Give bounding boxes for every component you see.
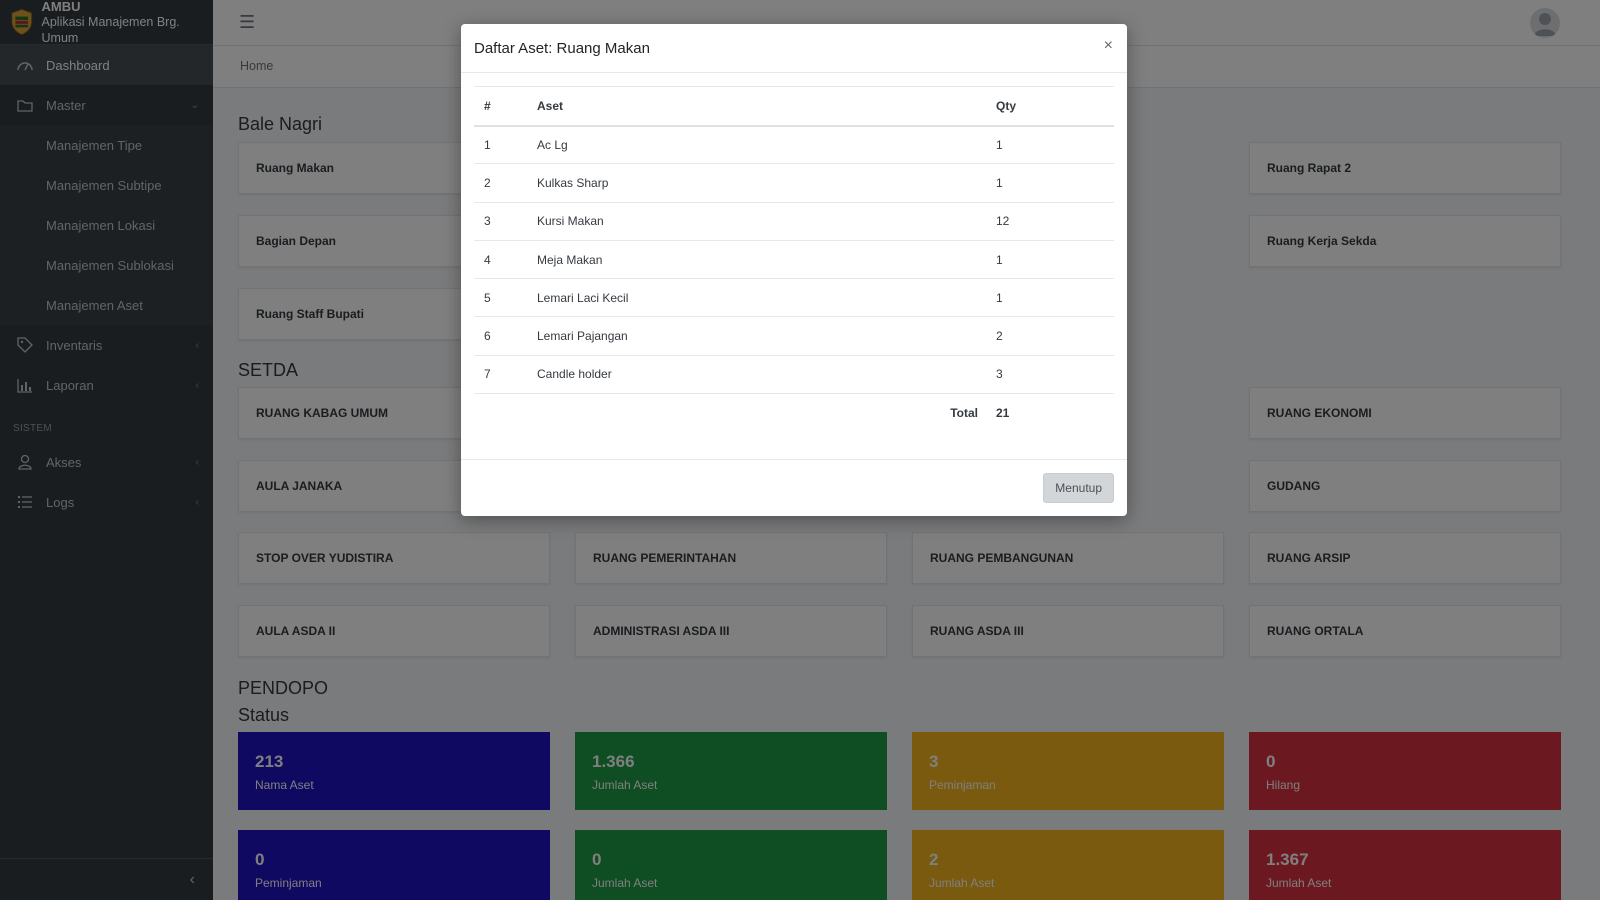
table-total-row: Total 21	[474, 394, 1114, 432]
total-label: Total	[950, 405, 978, 420]
row-qty: 2	[996, 316, 1114, 356]
row-aset: Candle holder	[537, 355, 996, 395]
row-aset: Ac Lg	[537, 125, 996, 165]
table-row: 1 Ac Lg 1	[474, 125, 1114, 165]
row-qty: 1	[996, 163, 1114, 203]
row-number: 6	[474, 316, 537, 356]
modal-body: # Aset Qty 1 Ac Lg 1 2 Kulkas Sharp 1 3 Kursi…	[461, 73, 1127, 432]
row-number: 2	[474, 163, 537, 203]
close-button[interactable]: Menutup	[1043, 473, 1114, 503]
table-header-row: # Aset Qty	[474, 86, 1114, 127]
row-aset: Meja Makan	[537, 240, 996, 280]
close-icon[interactable]: ×	[1104, 37, 1113, 55]
modal-header: Daftar Aset: Ruang Makan ×	[461, 24, 1127, 73]
table-row: 6 Lemari Pajangan 2	[474, 316, 1114, 356]
row-aset: Lemari Laci Kecil	[537, 278, 996, 318]
column-header-qty: Qty	[996, 86, 1114, 127]
asset-table: # Aset Qty 1 Ac Lg 1 2 Kulkas Sharp 1 3 Kursi…	[474, 86, 1114, 432]
table-row: 5 Lemari Laci Kecil 1	[474, 278, 1114, 318]
asset-list-modal: Daftar Aset: Ruang Makan × # Aset Qty 1A…	[461, 24, 1127, 516]
table-row: 4 Meja Makan 1	[474, 240, 1114, 280]
row-qty: 12	[996, 202, 1114, 241]
column-header-number: #	[474, 86, 537, 127]
table-row: 7 Candle holder 3	[474, 355, 1114, 395]
row-number: 5	[474, 278, 537, 318]
table-row: 3 Kursi Makan 12	[474, 202, 1114, 241]
total-value: 21	[996, 405, 1010, 420]
row-qty: 3	[996, 355, 1114, 395]
row-aset: Kulkas Sharp	[537, 163, 996, 203]
row-aset: Kursi Makan	[537, 202, 996, 241]
column-header-aset: Aset	[537, 86, 996, 127]
row-number: 7	[474, 355, 537, 395]
row-number: 4	[474, 240, 537, 280]
row-number: 3	[474, 202, 537, 241]
row-qty: 1	[996, 240, 1114, 280]
row-aset: Lemari Pajangan	[537, 316, 996, 356]
row-qty: 1	[996, 278, 1114, 318]
modal-footer: Menutup	[461, 459, 1127, 516]
modal-title: Daftar Aset: Ruang Makan	[474, 39, 650, 57]
row-number: 1	[474, 125, 537, 165]
table-row: 2 Kulkas Sharp 1	[474, 163, 1114, 203]
row-qty: 1	[996, 125, 1114, 165]
